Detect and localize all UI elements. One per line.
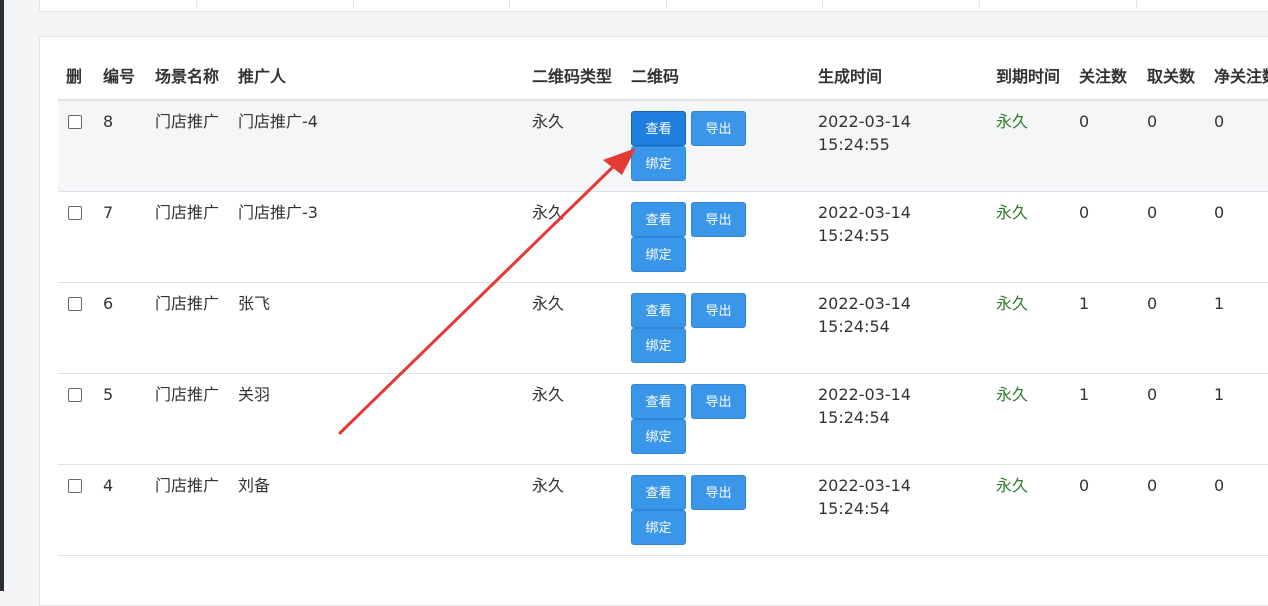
- row-net-follow-count: 0: [1206, 100, 1268, 192]
- row-follow-count: 1: [1071, 373, 1139, 465]
- table-row: 8 门店推广 门店推广-4 永久 查看 导出 绑定 2022-03-14 15:2…: [58, 100, 1268, 192]
- row-scene: 门店推广: [147, 464, 230, 556]
- col-unfollow-count: 取关数: [1139, 37, 1206, 101]
- col-id: 编号: [95, 37, 147, 101]
- row-scene: 门店推广: [147, 191, 230, 283]
- row-qr-type: 永久: [524, 464, 623, 556]
- export-button[interactable]: 导出: [691, 383, 746, 419]
- row-qr-type: 永久: [524, 282, 623, 374]
- view-button[interactable]: 查看: [631, 474, 686, 510]
- col-expire-time: 到期时间: [988, 37, 1071, 101]
- row-created-time: 2022-03-14 15:24:54: [810, 282, 988, 374]
- table-row: 5 门店推广 关羽 永久 查看 导出 绑定 2022-03-14 15:24:54…: [58, 373, 1268, 465]
- col-created-time: 生成时间: [810, 37, 988, 101]
- row-actions: 查看 导出 绑定: [631, 292, 761, 363]
- row-promoter: 刘备: [230, 464, 524, 556]
- row-id: 6: [95, 282, 147, 374]
- table-header-row: 删 编号 场景名称 推广人 二维码类型 二维码 生成时间 到期时间 关注数 取关…: [58, 37, 1268, 101]
- row-actions: 查看 导出 绑定: [631, 111, 761, 181]
- row-follow-count: 1: [1071, 282, 1139, 374]
- row-scene: 门店推广: [147, 282, 230, 374]
- row-expire-time: 永久: [988, 373, 1071, 465]
- row-follow-count: 0: [1071, 191, 1139, 283]
- row-expire-time: 永久: [988, 191, 1071, 283]
- row-qr-type: 永久: [524, 373, 623, 465]
- row-created-time: 2022-03-14 15:24:55: [810, 100, 988, 192]
- row-net-follow-count: 0: [1206, 464, 1268, 556]
- row-qr-type: 永久: [524, 100, 623, 192]
- row-unfollow-count: 0: [1139, 282, 1206, 374]
- row-select-checkbox[interactable]: [68, 205, 82, 220]
- row-promoter: 关羽: [230, 373, 524, 465]
- row-unfollow-count: 0: [1139, 373, 1206, 465]
- row-follow-count: 0: [1071, 100, 1139, 192]
- row-created-time: 2022-03-14 15:24:54: [810, 373, 988, 465]
- view-button[interactable]: 查看: [631, 292, 686, 328]
- row-net-follow-count: 1: [1206, 282, 1268, 374]
- row-unfollow-count: 0: [1139, 191, 1206, 283]
- table-row: 4 门店推广 刘备 永久 查看 导出 绑定 2022-03-14 15:24:54…: [58, 464, 1268, 556]
- row-qr-type: 永久: [524, 191, 623, 283]
- row-actions: 查看 导出 绑定: [631, 474, 761, 545]
- col-promoter: 推广人: [230, 37, 524, 101]
- bind-button[interactable]: 绑定: [631, 418, 686, 454]
- export-button[interactable]: 导出: [691, 201, 746, 237]
- qrcode-table: 删 编号 场景名称 推广人 二维码类型 二维码 生成时间 到期时间 关注数 取关…: [58, 37, 1268, 556]
- row-actions: 查看 导出 绑定: [631, 383, 761, 454]
- bind-button[interactable]: 绑定: [631, 509, 686, 545]
- row-expire-time: 永久: [988, 464, 1071, 556]
- row-select-checkbox[interactable]: [68, 387, 82, 402]
- bind-button[interactable]: 绑定: [631, 146, 686, 181]
- view-button[interactable]: 查看: [631, 111, 686, 146]
- row-net-follow-count: 1: [1206, 373, 1268, 465]
- bind-button[interactable]: 绑定: [631, 236, 686, 272]
- row-id: 8: [95, 100, 147, 192]
- export-button[interactable]: 导出: [691, 474, 746, 510]
- bind-button[interactable]: 绑定: [631, 327, 686, 363]
- row-scene: 门店推广: [147, 100, 230, 192]
- row-promoter: 张飞: [230, 282, 524, 374]
- row-id: 4: [95, 464, 147, 556]
- col-net-follow-count: 净关注数: [1206, 37, 1268, 101]
- previous-table-bottom: [39, 0, 1268, 12]
- row-promoter: 门店推广-3: [230, 191, 524, 283]
- col-qrcode: 二维码: [623, 37, 810, 101]
- row-expire-time: 永久: [988, 100, 1071, 192]
- row-net-follow-count: 0: [1206, 191, 1268, 283]
- table-row: 7 门店推广 门店推广-3 永久 查看 导出 绑定 2022-03-14 15:2…: [58, 191, 1268, 283]
- row-scene: 门店推广: [147, 373, 230, 465]
- col-scene-name: 场景名称: [147, 37, 230, 101]
- row-id: 7: [95, 191, 147, 283]
- view-button[interactable]: 查看: [631, 201, 686, 237]
- row-actions: 查看 导出 绑定: [631, 201, 761, 272]
- row-select-checkbox[interactable]: [68, 115, 82, 129]
- row-created-time: 2022-03-14 15:24:54: [810, 464, 988, 556]
- col-follow-count: 关注数: [1071, 37, 1139, 101]
- view-button[interactable]: 查看: [631, 383, 686, 419]
- col-delete: 删: [58, 37, 95, 101]
- table-row: 6 门店推广 张飞 永久 查看 导出 绑定 2022-03-14 15:24:54…: [58, 282, 1268, 374]
- col-qr-type: 二维码类型: [524, 37, 623, 101]
- row-select-checkbox[interactable]: [68, 478, 82, 493]
- row-select-checkbox[interactable]: [68, 296, 82, 311]
- row-expire-time: 永久: [988, 282, 1071, 374]
- qrcode-list-panel: 删 编号 场景名称 推广人 二维码类型 二维码 生成时间 到期时间 关注数 取关…: [39, 36, 1268, 606]
- export-button[interactable]: 导出: [691, 292, 746, 328]
- row-unfollow-count: 0: [1139, 100, 1206, 192]
- row-created-time: 2022-03-14 15:24:55: [810, 191, 988, 283]
- row-unfollow-count: 0: [1139, 464, 1206, 556]
- window-edge: [0, 0, 4, 591]
- export-button[interactable]: 导出: [691, 111, 746, 146]
- row-id: 5: [95, 373, 147, 465]
- row-follow-count: 0: [1071, 464, 1139, 556]
- row-promoter: 门店推广-4: [230, 100, 524, 192]
